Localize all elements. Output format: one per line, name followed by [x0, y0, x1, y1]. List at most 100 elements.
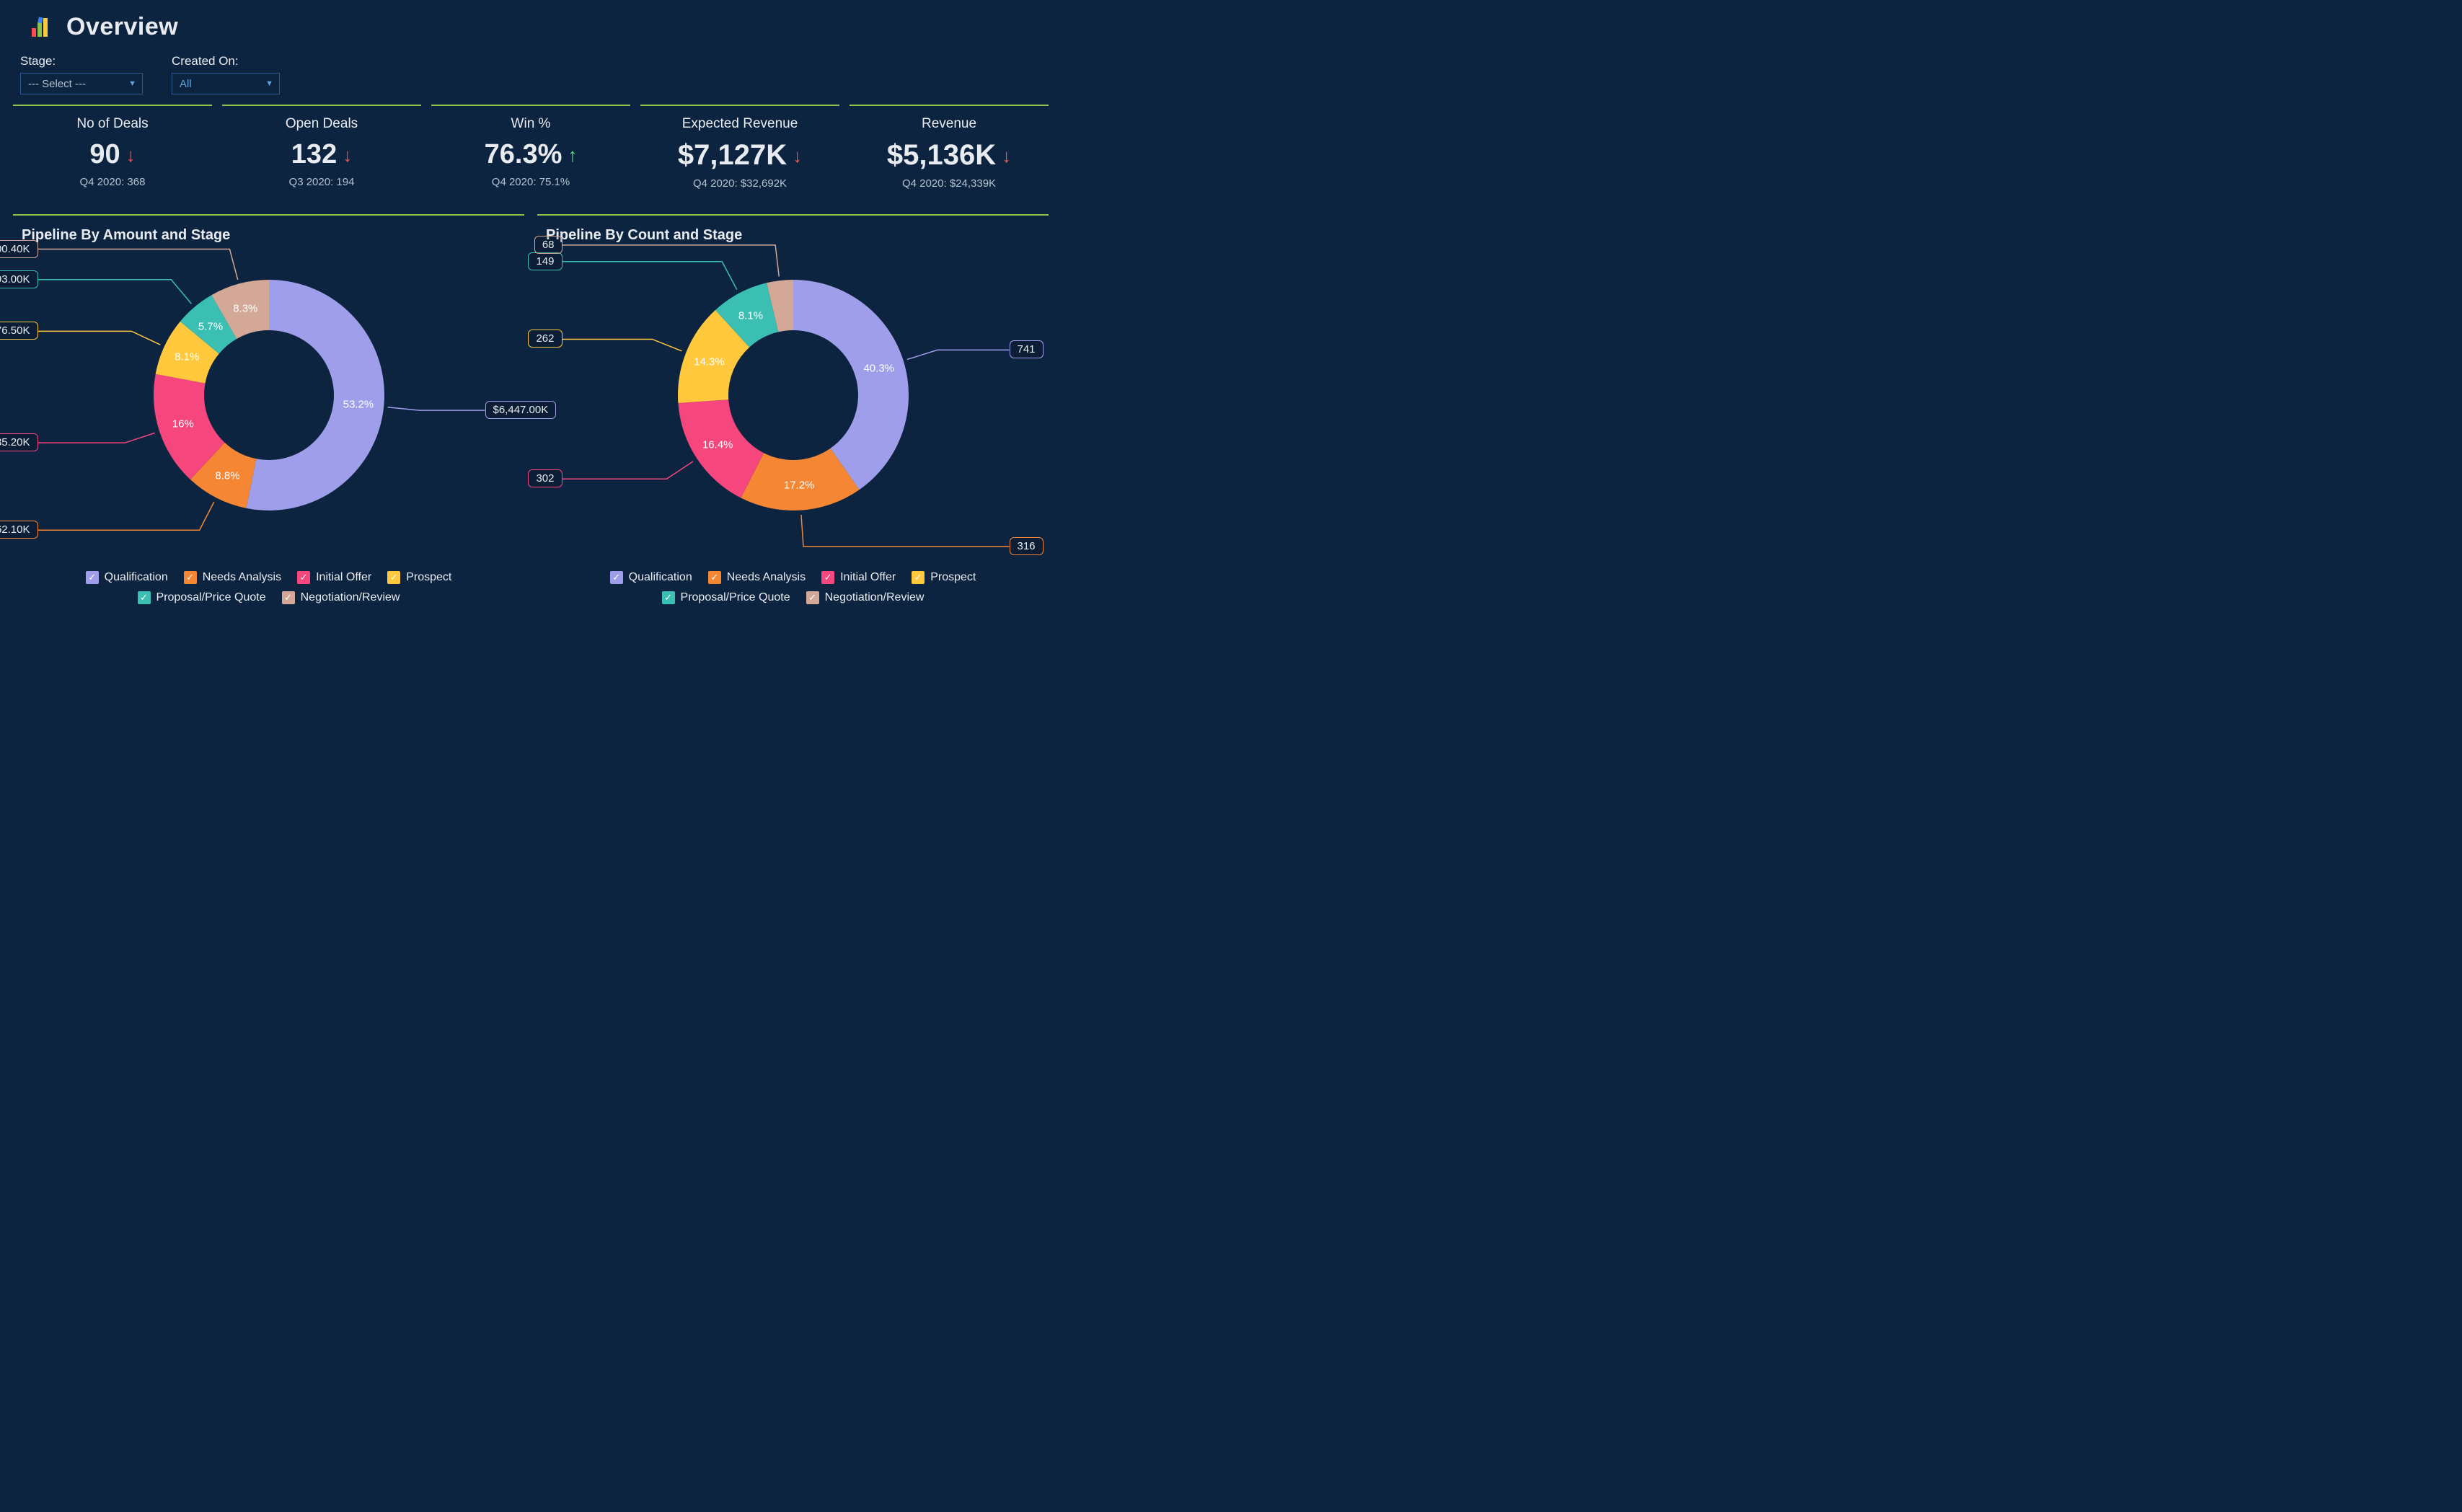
legend-item[interactable]: Initial Offer: [821, 571, 896, 584]
segment-callout: 68: [534, 236, 562, 254]
kpi-comparison: Q4 2020: $24,339K: [857, 177, 1041, 190]
legend-item[interactable]: Qualification: [86, 571, 168, 584]
legend-label: Needs Analysis: [727, 571, 806, 584]
arrow-down-icon: ↓: [1002, 146, 1011, 165]
legend-item[interactable]: Proposal/Price Quote: [138, 591, 266, 604]
checkmark-icon: [297, 571, 310, 584]
legend-label: Negotiation/Review: [301, 591, 400, 604]
legend-item[interactable]: Proposal/Price Quote: [662, 591, 790, 604]
legend-label: Initial Offer: [316, 571, 371, 584]
chart-title: Pipeline By Amount and Stage: [22, 227, 516, 244]
dashboard-page: Overview Stage: --- Select --- ▼ Created…: [0, 0, 1062, 626]
kpi-card[interactable]: Expected Revenue $7,127K↓ Q4 2020: $32,692…: [640, 105, 839, 201]
kpi-card[interactable]: Open Deals132↓Q3 2020: 194: [222, 105, 421, 201]
kpi-value: 90↓: [89, 139, 135, 170]
chart-legend: Qualification Needs Analysis Initial Offer…: [22, 567, 516, 604]
legend-item[interactable]: Negotiation/Review: [282, 591, 400, 604]
legend-item[interactable]: Needs Analysis: [184, 571, 281, 584]
kpi-title: Revenue: [857, 116, 1041, 132]
legend-label: Negotiation/Review: [825, 591, 925, 604]
legend-label: Initial Offer: [840, 571, 896, 584]
legend-item[interactable]: Initial Offer: [297, 571, 371, 584]
filter-bar: Stage: --- Select --- ▼ Created On: All …: [0, 54, 1062, 105]
chart-legend: Qualification Needs Analysis Initial Offer…: [546, 567, 1040, 604]
segment-pct-label: 8.8%: [215, 469, 239, 482]
kpi-title: Expected Revenue: [648, 116, 832, 132]
segment-pct-label: 16.4%: [702, 439, 733, 451]
arrow-down-icon: ↓: [126, 146, 136, 164]
legend-label: Qualification: [105, 571, 168, 584]
arrow-up-icon: ↑: [568, 146, 577, 164]
chart-title: Pipeline By Count and Stage: [546, 227, 1040, 244]
arrow-down-icon: ↓: [793, 146, 802, 165]
created-on-select-value: All: [180, 78, 192, 90]
page-header: Overview: [0, 0, 1062, 54]
checkmark-icon: [184, 571, 197, 584]
segment-pct-label: 16%: [172, 417, 194, 430]
segment-pct-label: 5.7%: [198, 320, 223, 332]
segment-pct-label: 8.1%: [175, 351, 199, 363]
segment-pct-label: 17.2%: [784, 479, 815, 492]
page-title: Overview: [66, 13, 178, 41]
header-sparkline-decoration: [687, 4, 1062, 56]
kpi-comparison: Q4 2020: 368: [20, 176, 205, 188]
kpi-card[interactable]: Revenue $5,136K↓ Q4 2020: $24,339K: [850, 105, 1049, 201]
chevron-down-icon: ▼: [128, 79, 136, 88]
checkmark-icon: [387, 571, 400, 584]
segment-callout: $1,000.40K: [0, 240, 38, 258]
legend-item[interactable]: Qualification: [610, 571, 692, 584]
legend-label: Proposal/Price Quote: [156, 591, 266, 604]
segment-callout: 302: [528, 469, 562, 487]
chart-canvas[interactable]: 53.2%$6,447.00K8.8%$1,062.10K16%$1,935.2…: [22, 249, 516, 567]
legend-label: Proposal/Price Quote: [681, 591, 790, 604]
legend-label: Needs Analysis: [203, 571, 281, 584]
filter-stage: Stage: --- Select --- ▼: [20, 54, 143, 94]
chart-pipeline-count: Pipeline By Count and Stage 40.3%74117.2…: [537, 214, 1049, 611]
segment-callout: 741: [1010, 340, 1044, 358]
kpi-comparison: Q4 2020: 75.1%: [438, 176, 623, 188]
kpi-title: Open Deals: [229, 116, 414, 132]
segment-pct-label: 40.3%: [863, 362, 894, 374]
chart-canvas[interactable]: 40.3%74117.2%31616.4%30214.3%2628.1%1496…: [546, 249, 1040, 567]
checkmark-icon: [821, 571, 834, 584]
checkmark-icon: [86, 571, 99, 584]
stage-select-value: --- Select ---: [28, 78, 86, 90]
kpi-card[interactable]: No of Deals 90↓ Q4 2020: 368: [13, 105, 212, 201]
segment-callout: $1,935.20K: [0, 433, 38, 451]
segment-callout: $1,062.10K: [0, 521, 38, 539]
bar-chart-icon: [29, 15, 53, 40]
kpi-comparison: Q4 2020: $32,692K: [648, 177, 832, 190]
segment-pct-label: 53.2%: [343, 398, 374, 410]
kpi-title: Win %: [438, 116, 623, 132]
created-on-select[interactable]: All ▼: [172, 73, 280, 94]
legend-item[interactable]: Negotiation/Review: [806, 591, 925, 604]
checkmark-icon: [610, 571, 623, 584]
checkmark-icon: [138, 591, 151, 604]
kpi-value: $7,127K↓: [678, 139, 802, 172]
checkmark-icon: [806, 591, 819, 604]
segment-callout: 149: [528, 252, 562, 270]
kpi-value: 132↓: [291, 139, 352, 170]
filter-created-on-label: Created On:: [172, 54, 280, 68]
checkmark-icon: [282, 591, 295, 604]
kpi-card[interactable]: Win % 76.3%↑ Q4 2020: 75.1%: [431, 105, 630, 201]
checkmark-icon: [912, 571, 925, 584]
legend-item[interactable]: Prospect: [912, 571, 976, 584]
legend-item[interactable]: Prospect: [387, 571, 451, 584]
legend-label: Prospect: [406, 571, 451, 584]
charts-row: Pipeline By Amount and Stage 53.2%$6,447…: [0, 201, 1062, 611]
legend-item[interactable]: Needs Analysis: [708, 571, 806, 584]
checkmark-icon: [662, 591, 675, 604]
checkmark-icon: [708, 571, 721, 584]
kpi-value: 76.3%↑: [485, 139, 578, 170]
segment-pct-label: 8.3%: [233, 302, 257, 314]
kpi-row: No of Deals 90↓ Q4 2020: 368 Open Deals 132↓…: [0, 105, 1062, 201]
chart-pipeline-amount: Pipeline By Amount and Stage 53.2%$6,447…: [13, 214, 524, 611]
arrow-down-icon: ↓: [343, 146, 352, 164]
stage-select[interactable]: --- Select --- ▼: [20, 73, 143, 94]
kpi-value: $5,136K↓: [887, 139, 1011, 172]
segment-callout: 262: [528, 330, 562, 348]
kpi-title: No of Deals: [20, 116, 205, 132]
segment-callout: $976.50K: [0, 322, 38, 340]
segment-pct-label: 14.3%: [694, 356, 725, 368]
